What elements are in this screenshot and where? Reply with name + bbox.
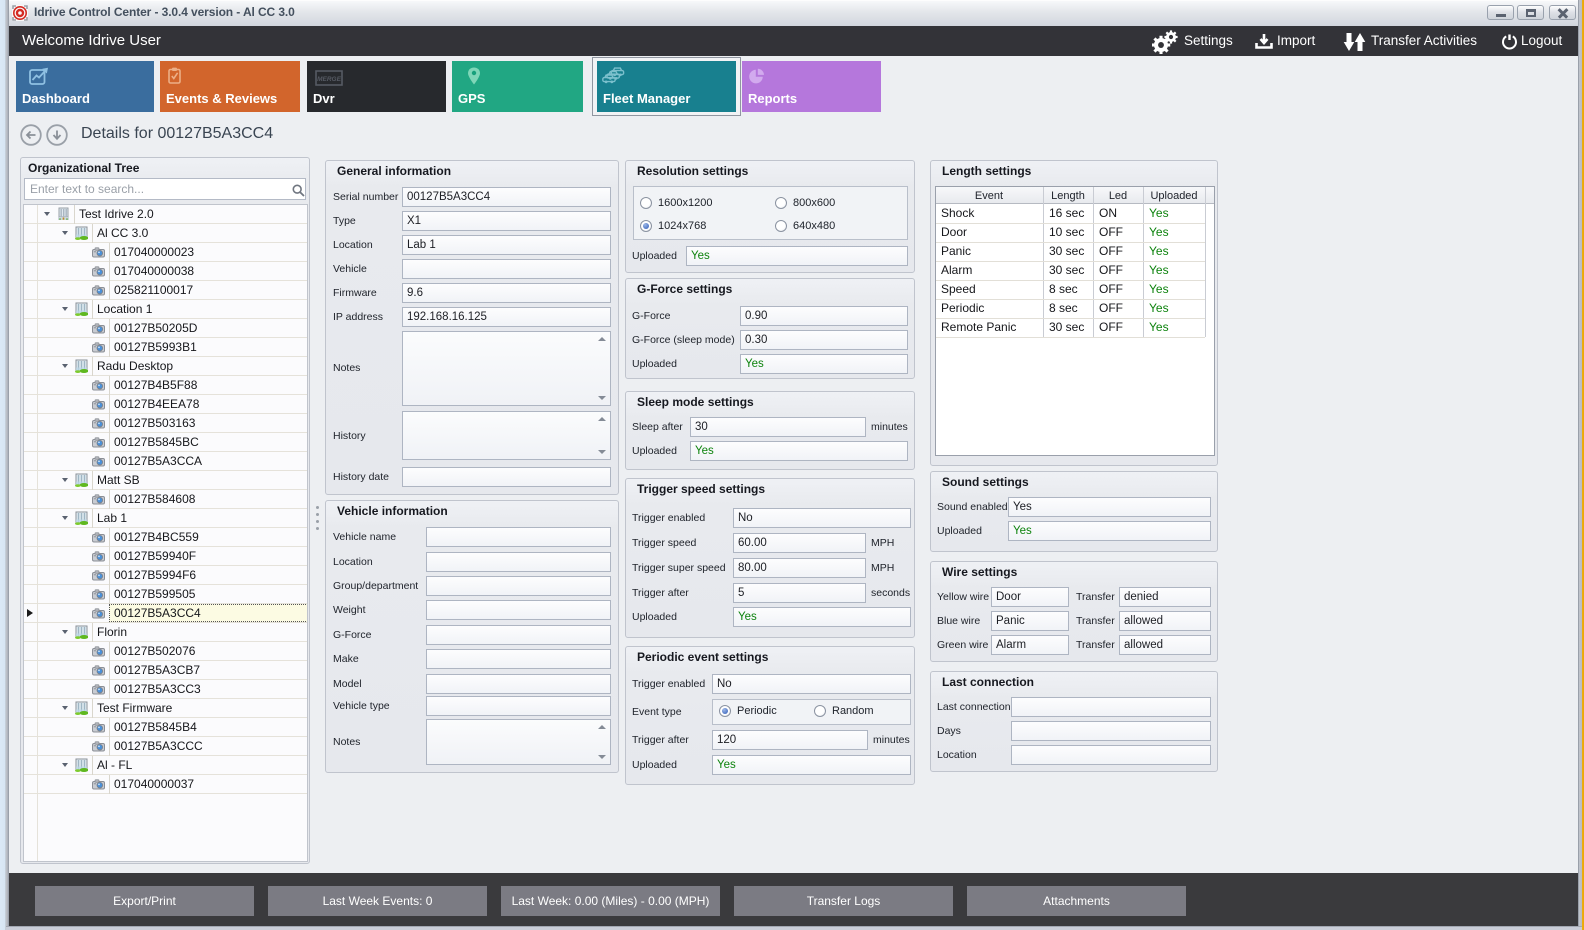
svg-text:MERGE: MERGE <box>317 76 342 83</box>
